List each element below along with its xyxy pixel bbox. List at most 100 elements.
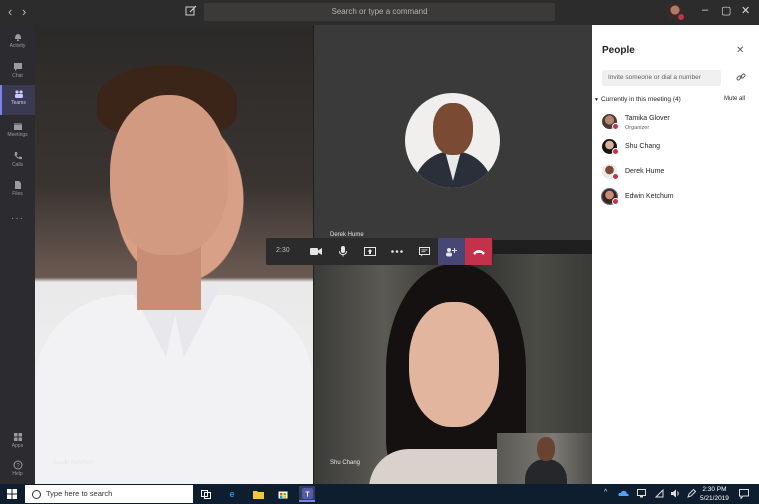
camera-toggle-button[interactable]	[302, 238, 329, 265]
participant-row[interactable]: Tamika Glover Organizer	[602, 112, 752, 134]
teams-icon	[14, 90, 23, 98]
taskbar-clock[interactable]: 2:30 PM 5/21/2019	[700, 485, 729, 503]
mic-icon	[338, 246, 347, 257]
clock-date: 5/21/2019	[700, 495, 729, 502]
share-screen-button[interactable]	[356, 238, 383, 265]
rail-label: Teams	[11, 100, 26, 106]
onedrive-icon[interactable]	[618, 490, 629, 497]
forward-button[interactable]: ›	[22, 4, 26, 19]
calendar-icon	[13, 123, 22, 130]
task-view-icon[interactable]	[198, 486, 214, 502]
video-name-label: Edwin Ketchum	[53, 460, 95, 466]
participant-role: Organizer	[625, 125, 650, 131]
close-panel-button[interactable]: ✕	[736, 45, 744, 56]
rail-label: Calls	[11, 162, 24, 168]
more-actions-button[interactable]	[383, 238, 410, 265]
user-avatar[interactable]	[667, 4, 685, 21]
rail-item-teams[interactable]: Teams	[0, 85, 35, 115]
more-apps-button[interactable]: ···	[0, 213, 35, 224]
command-search-input[interactable]: Search or type a command	[204, 3, 555, 21]
rail-item-calls[interactable]: Calls	[0, 147, 35, 177]
hang-up-button[interactable]	[465, 238, 492, 265]
participant-name: Shu Chang	[625, 143, 661, 150]
avatar	[602, 139, 619, 155]
volume-icon[interactable]	[671, 489, 681, 498]
rail-item-help[interactable]: ? Help	[0, 456, 35, 486]
participant-row[interactable]: Shu Chang	[602, 137, 752, 159]
participants-icon	[446, 247, 457, 256]
clock-time: 2:30 PM	[702, 486, 727, 493]
svg-text:T: T	[305, 491, 310, 498]
network-icon[interactable]	[655, 489, 664, 498]
close-window-button[interactable]: ✕	[741, 4, 750, 17]
minimize-button[interactable]: –	[702, 4, 708, 16]
mic-toggle-button[interactable]	[329, 238, 356, 265]
notifications-icon[interactable]	[739, 489, 749, 499]
show-participants-button[interactable]	[438, 238, 465, 265]
status-dot	[612, 123, 619, 130]
people-panel: People ✕ Invite someone or dial a number…	[592, 25, 759, 484]
files-icon	[14, 181, 21, 189]
mute-all-button[interactable]: Mute all	[724, 96, 745, 102]
video-person-shirt	[35, 295, 313, 484]
chevron-up-icon[interactable]: ^	[604, 489, 607, 496]
back-button[interactable]: ‹	[8, 4, 12, 19]
people-panel-title: People	[602, 45, 635, 56]
video-person-face	[110, 95, 228, 255]
rail-label: Help	[12, 471, 23, 477]
participant-name: Edwin Ketchum	[625, 193, 674, 200]
participant-row[interactable]: Derek Hume	[602, 162, 752, 184]
video-name-label: Shu Chang	[330, 460, 361, 466]
taskbar-search-placeholder: Type here to search	[46, 489, 113, 498]
status-dot	[612, 148, 619, 155]
teams-taskbar-icon[interactable]: T	[299, 486, 315, 502]
windows-start-icon[interactable]	[7, 489, 17, 499]
participant-row[interactable]: Edwin Ketchum	[602, 187, 752, 209]
rail-item-chat[interactable]: Chat	[0, 58, 35, 88]
rail-item-meetings[interactable]: Meetings	[0, 117, 35, 147]
store-icon[interactable]	[275, 486, 291, 502]
windows-taskbar: Type here to search e T ^ 2:30 PM 5/21/2…	[0, 484, 759, 504]
edge-browser-icon[interactable]: e	[224, 486, 240, 502]
rail-label: Chat	[12, 73, 23, 79]
app-rail: Activity Chat Teams Meetings Calls Files…	[0, 25, 35, 484]
call-controls-bar: 2:30	[266, 238, 493, 265]
status-dot	[612, 198, 619, 205]
status-dot	[677, 13, 685, 21]
meeting-section-header[interactable]: ▼ Currently in this meeting (4)	[594, 96, 681, 103]
chat-icon	[419, 246, 430, 256]
rail-item-files[interactable]: Files	[0, 176, 35, 206]
phone-icon	[14, 152, 22, 160]
file-explorer-icon[interactable]	[250, 486, 266, 502]
link-icon[interactable]	[736, 72, 746, 82]
rail-label: Meetings	[7, 132, 28, 138]
search-icon	[32, 490, 41, 499]
self-view-body	[525, 459, 567, 484]
rail-item-activity[interactable]: Activity	[0, 28, 35, 58]
avatar	[602, 114, 619, 130]
rail-label: Apps	[11, 443, 24, 449]
status-dot	[612, 173, 619, 180]
display-icon[interactable]	[637, 489, 646, 498]
share-screen-icon	[363, 246, 376, 256]
avatar	[602, 164, 619, 180]
self-view-video[interactable]	[497, 433, 592, 484]
chat-icon	[13, 63, 22, 71]
participant-name: Derek Hume	[625, 168, 665, 175]
participant-name: Tamika Glover	[625, 115, 670, 122]
self-view-face	[537, 437, 555, 461]
invite-input[interactable]: Invite someone or dial a number	[602, 70, 721, 86]
rail-item-apps[interactable]: Apps	[0, 428, 35, 458]
avatar	[602, 189, 619, 205]
conversation-button[interactable]	[411, 238, 438, 265]
participant-avatar-derek-hume	[405, 93, 500, 188]
video-icon	[309, 248, 322, 255]
maximize-button[interactable]: ▢	[721, 4, 731, 17]
apps-icon	[13, 433, 22, 441]
taskbar-search-input[interactable]: Type here to search	[25, 485, 193, 503]
compose-icon[interactable]	[184, 4, 198, 18]
section-label: Currently in this meeting (4)	[600, 96, 681, 103]
pen-icon[interactable]	[687, 489, 696, 498]
help-icon: ?	[13, 460, 22, 470]
chevron-down-icon: ▼	[594, 97, 599, 103]
